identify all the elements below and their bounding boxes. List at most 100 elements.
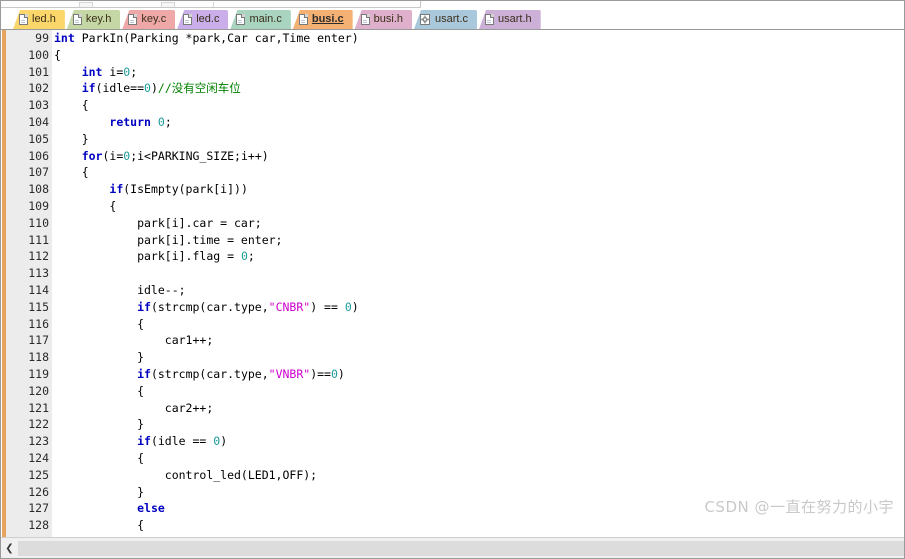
code-line[interactable]: 126 } — [1, 484, 904, 501]
line-number: 104 — [28, 114, 49, 129]
editor-tab-busi-h[interactable]: busi.h — [354, 10, 413, 29]
code-line[interactable]: 103 { — [1, 97, 904, 114]
code-line-text: { — [54, 98, 89, 113]
editor-tab-main-c[interactable]: main.c — [230, 10, 291, 29]
code-line[interactable]: 106 for(i=0;i<PARKING_SIZE;i++) — [1, 148, 904, 165]
toolbar-ghost-button-2 — [161, 2, 175, 7]
code-line[interactable]: 105 } — [1, 131, 904, 148]
editor-tab-usart-c[interactable]: usart.c — [414, 10, 478, 29]
code-line-text: car1++; — [54, 333, 214, 348]
line-number: 124 — [28, 450, 49, 465]
editor-tab-label: led.c — [196, 13, 220, 25]
code-line[interactable]: 100 { — [1, 47, 904, 64]
code-line-text: } — [54, 131, 89, 146]
code-line[interactable]: 123 if(idle == 0) — [1, 433, 904, 450]
editor-tab-label: key.c — [141, 13, 167, 25]
file-icon — [19, 14, 28, 25]
line-number: 121 — [28, 400, 49, 415]
line-number: 99 — [35, 31, 49, 45]
code-line[interactable]: 109 { — [1, 198, 904, 215]
code-line-text: } — [54, 417, 145, 432]
code-line[interactable]: 127 else — [1, 500, 904, 517]
code-line[interactable]: 116 { — [1, 316, 904, 333]
editor-surface[interactable]: 99 int ParkIn(Parking *park,Car car,Time … — [1, 30, 904, 538]
code-line[interactable]: 118 } — [1, 349, 904, 366]
file-icon — [128, 14, 138, 25]
horizontal-scrollbar[interactable]: ❮ — [1, 537, 904, 558]
code-line[interactable]: 120 { — [1, 383, 904, 400]
code-line[interactable]: 113 — [1, 265, 904, 282]
code-line-text: } — [54, 350, 145, 365]
code-line-text: { — [54, 316, 145, 331]
line-number: 111 — [28, 232, 49, 247]
editor-tab-key-h[interactable]: key.h — [66, 10, 121, 29]
code-line-text: for(i=0;i<PARKING_SIZE;i++) — [81, 148, 269, 163]
code-line[interactable]: 124 { — [1, 450, 904, 467]
line-number: 107 — [28, 165, 49, 180]
code-line[interactable]: 110 park[i].car = car; — [1, 215, 904, 232]
line-number: 116 — [28, 316, 49, 331]
code-line[interactable]: 112 park[i].flag = 0; — [1, 248, 904, 265]
code-line-text: { — [54, 47, 61, 62]
code-line-text: if(idle == 0) — [137, 434, 228, 449]
toolbar-ghost-button-1 — [79, 2, 93, 7]
code-line[interactable]: 114 idle--; — [1, 282, 904, 299]
code-editor-window: led.h key.h key.c led.c main.c busi.c busi.h us… — [0, 0, 905, 559]
code-line[interactable]: 121 car2++; — [1, 400, 904, 417]
code-line[interactable]: 104 return 0; — [1, 114, 904, 131]
toolbar-ghost-separator — [213, 2, 214, 7]
line-number: 122 — [28, 417, 49, 432]
scroll-track[interactable] — [18, 540, 904, 556]
code-line[interactable]: 111 park[i].time = enter; — [1, 232, 904, 249]
line-number: 115 — [28, 299, 49, 314]
editor-tab-label: usart.h — [498, 13, 532, 25]
editor-tab-label: busi.c — [311, 13, 344, 25]
scroll-left-arrow-icon[interactable]: ❮ — [1, 538, 18, 558]
code-line-text: car2++; — [54, 400, 214, 415]
code-line-text: park[i].flag = 0; — [54, 249, 255, 264]
editor-tab-busi-c[interactable]: busi.c — [292, 10, 353, 29]
line-number: 110 — [28, 215, 49, 230]
code-line[interactable]: 101 int i=0; — [1, 64, 904, 81]
code-line-text: int ParkIn(Parking *park,Car car,Time en… — [54, 31, 359, 45]
file-icon — [236, 14, 246, 25]
editor-tab-usart-h[interactable]: usart.h — [479, 10, 541, 29]
line-number: 103 — [28, 98, 49, 113]
code-line-text: park[i].time = enter; — [54, 232, 283, 247]
editor-tab-led-c[interactable]: led.c — [177, 10, 229, 29]
editor-tab-label: busi.h — [373, 13, 404, 25]
code-line[interactable]: 99 int ParkIn(Parking *park,Car car,Time … — [1, 30, 904, 47]
gear-file-icon — [420, 14, 431, 25]
code-line[interactable]: 122 } — [1, 416, 904, 433]
code-line[interactable]: 119 if(strcmp(car.type,"VNBR")==0) — [1, 366, 904, 383]
code-line[interactable]: 128 { — [1, 517, 904, 534]
code-line[interactable]: 102 if(idle==0)//没有空闲车位 — [1, 80, 904, 97]
code-line-text: return 0; — [109, 114, 172, 129]
file-icon — [360, 14, 370, 25]
code-line[interactable]: 107 { — [1, 164, 904, 181]
editor-tab-bar: led.h key.h key.c led.c main.c busi.c busi.h us… — [1, 8, 904, 30]
line-number: 112 — [28, 249, 49, 264]
code-line[interactable]: 108 if(IsEmpty(park[i])) — [1, 181, 904, 198]
code-line-text: { — [54, 165, 89, 180]
line-number: 105 — [28, 131, 49, 146]
code-line[interactable]: 115 if(strcmp(car.type,"CNBR") == 0) — [1, 299, 904, 316]
code-line-text: { — [54, 198, 117, 213]
code-text-area[interactable]: 99 int ParkIn(Parking *park,Car car,Time … — [1, 30, 904, 538]
line-number: 102 — [28, 81, 49, 96]
toolbar-remnant — [1, 1, 421, 8]
code-line[interactable]: 117 car1++; — [1, 332, 904, 349]
line-number: 125 — [28, 467, 49, 482]
editor-tab-key-c[interactable]: key.c — [122, 10, 176, 29]
editor-tab-label: main.c — [249, 13, 282, 25]
line-number: 114 — [28, 282, 49, 297]
code-line-text: if(strcmp(car.type,"CNBR") == 0) — [137, 299, 359, 314]
code-line-text: else — [137, 501, 165, 516]
code-line-text: idle--; — [54, 282, 186, 297]
line-number: 109 — [28, 198, 49, 213]
editor-tab-led-h[interactable]: led.h — [13, 10, 65, 29]
code-line[interactable]: 125 control_led(LED1,OFF); — [1, 467, 904, 484]
line-number: 106 — [28, 148, 49, 163]
code-line-text: { — [54, 450, 145, 465]
line-number: 123 — [28, 434, 49, 449]
